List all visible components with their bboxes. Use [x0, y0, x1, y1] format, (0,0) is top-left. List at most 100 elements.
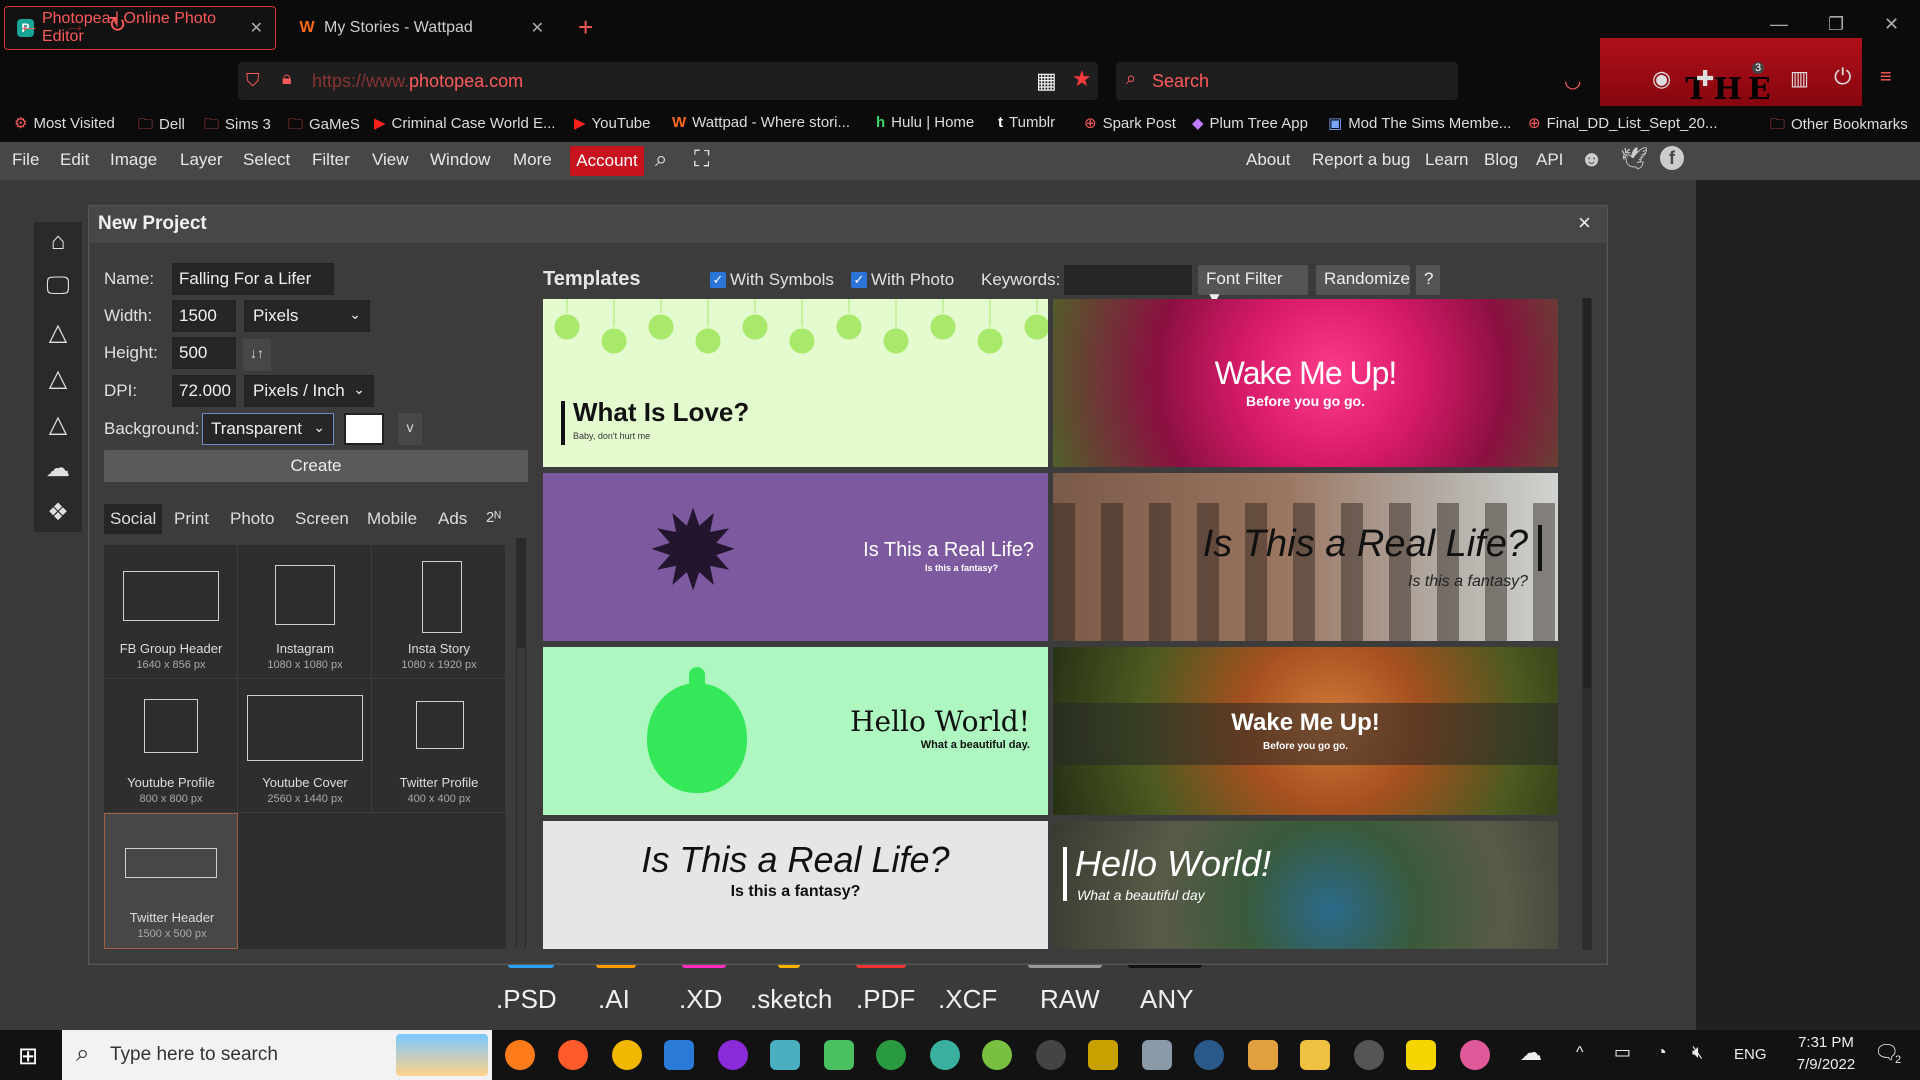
bookmark-star-icon[interactable]: ★ — [1072, 66, 1092, 92]
dpi-unit-select[interactable]: Pixels / Inch ⌄ — [244, 375, 374, 407]
width-unit-select[interactable]: Pixels ⌄ — [244, 300, 370, 332]
name-input[interactable]: Falling For a Lifer — [172, 263, 334, 295]
clock-date[interactable]: 7/9/2022 — [1786, 1056, 1866, 1073]
scrollbar-thumb[interactable] — [1583, 298, 1591, 688]
template-card[interactable]: Wake Me Up! Before you go go. — [1053, 299, 1558, 467]
template-card[interactable]: Hello World! What a beautiful day. — [543, 647, 1048, 815]
volume-muted-icon[interactable]: 🔇︎ — [1692, 1042, 1703, 1063]
help-button[interactable]: ? — [1416, 265, 1440, 295]
file-explorer-icon[interactable] — [1300, 1040, 1330, 1070]
bookmark-hulu[interactable]: h Hulu | Home — [876, 114, 974, 131]
home-icon[interactable]: ⌂ — [44, 228, 72, 256]
battery-icon[interactable]: ▭ — [1614, 1042, 1631, 1063]
template-card[interactable]: ✹ Is This a Real Life? Is this a fantasy… — [543, 473, 1048, 641]
search-icon[interactable]: ⌕ — [655, 146, 667, 172]
paint-drop-icon[interactable] — [1460, 1040, 1490, 1070]
menu-more[interactable]: More — [513, 150, 552, 170]
forward-icon[interactable]: → — [64, 12, 86, 38]
preset-scrollbar[interactable] — [516, 538, 526, 948]
close-icon[interactable]: × — [1578, 210, 1591, 236]
sims-plumbob-icon[interactable] — [876, 1040, 906, 1070]
bookmark-youtube[interactable]: ▶ YouTube — [574, 114, 651, 132]
new-tab-button[interactable]: + — [578, 12, 593, 43]
dpi-input[interactable]: 72.000 — [172, 375, 236, 407]
tab-mobile[interactable]: Mobile — [367, 509, 417, 529]
menu-window[interactable]: Window — [430, 150, 490, 170]
bookmark-most-visited[interactable]: ⚙ Most Visited — [14, 114, 115, 132]
wolf-app-icon[interactable] — [1142, 1040, 1172, 1070]
bookmark-final-dd-list[interactable]: ⊕ Final_DD_List_Sept_20... — [1528, 114, 1718, 132]
template-card[interactable]: Wake Me Up! Before you go go. — [1053, 647, 1558, 815]
background-color-swatch[interactable] — [344, 413, 384, 445]
preset-twitter-header[interactable]: Twitter Header 1500 x 500 px — [104, 813, 238, 949]
with-symbols-checkbox[interactable]: ✓ — [710, 272, 726, 288]
window-app-icon[interactable] — [664, 1040, 694, 1070]
google-drive-icon[interactable]: △ — [44, 410, 72, 438]
height-input[interactable]: 500 — [172, 337, 236, 369]
menu-select[interactable]: Select — [243, 150, 290, 170]
fullscreen-icon[interactable]: ⛶ — [694, 146, 709, 172]
headphones-app-icon[interactable] — [718, 1040, 748, 1070]
edge-icon[interactable] — [612, 1040, 642, 1070]
tab-social[interactable]: Social — [110, 509, 156, 529]
close-window-icon[interactable]: ✕ — [1884, 14, 1899, 35]
onedrive-cloud-icon[interactable]: ☁ — [1520, 1040, 1542, 1066]
wifi-icon[interactable]: ◔ — [1656, 1042, 1667, 1063]
delete-icon[interactable]: ▥ — [1790, 66, 1809, 91]
sims-plumbob-icon[interactable] — [982, 1040, 1012, 1070]
sims-icon[interactable] — [770, 1040, 800, 1070]
background-select[interactable]: Transparent ⌄ — [202, 413, 334, 445]
qr-code-icon[interactable]: ▦ — [1036, 68, 1057, 94]
back-icon[interactable]: ← — [18, 12, 40, 38]
browser-search-placeholder[interactable]: Search — [1152, 71, 1209, 92]
bookmark-games[interactable]: 🗀 GaMeS — [288, 114, 360, 139]
extensions-icon[interactable]: ✚ — [1696, 66, 1714, 92]
shield-icon[interactable]: ⛉ — [246, 70, 260, 91]
tab-photopea[interactable]: P Photopea | Online Photo Editor ✕ — [4, 6, 276, 50]
width-input[interactable]: 1500 — [172, 300, 236, 332]
preset-insta-story[interactable]: Insta Story 1080 x 1920 px — [372, 545, 506, 679]
obs-icon[interactable] — [1036, 1040, 1066, 1070]
twitter-icon[interactable]: 🕊︎ — [1620, 146, 1648, 172]
pocket-icon[interactable]: ◡ — [1564, 68, 1581, 93]
reddit-icon[interactable]: ☻ — [1580, 146, 1603, 172]
menu-api[interactable]: API — [1536, 150, 1563, 170]
minimize-icon[interactable]: — — [1770, 14, 1788, 35]
scrollbar-thumb[interactable] — [517, 648, 525, 948]
restore-icon[interactable]: ❐ — [1828, 14, 1844, 35]
bookmark-dell[interactable]: 🗀 Dell — [138, 114, 185, 139]
templates-scrollbar[interactable] — [1582, 298, 1592, 950]
menu-file[interactable]: File — [12, 150, 39, 170]
bookmark-mod-the-sims[interactable]: ▣ Mod The Sims Membe... — [1328, 114, 1511, 132]
deviantart-icon[interactable] — [1088, 1040, 1118, 1070]
sticky-notes-icon[interactable] — [1406, 1040, 1436, 1070]
menu-about[interactable]: About — [1246, 150, 1290, 170]
menu-image[interactable]: Image — [110, 150, 157, 170]
tab-print[interactable]: Print — [174, 509, 209, 529]
with-photo-checkbox[interactable]: ✓ — [851, 272, 867, 288]
account-icon[interactable]: ◉ — [1652, 66, 1671, 92]
sims-plumbob-icon[interactable] — [824, 1040, 854, 1070]
menu-filter[interactable]: Filter — [312, 150, 350, 170]
clock-time[interactable]: 7:31 PM — [1786, 1034, 1866, 1051]
settings-icon[interactable] — [1354, 1040, 1384, 1070]
font-filter-button[interactable]: Font Filter ▼ — [1198, 265, 1308, 308]
tab-screen[interactable]: Screen — [295, 509, 349, 529]
taskbar-search-placeholder[interactable]: Type here to search — [110, 1044, 278, 1066]
dropbox-icon[interactable]: ❖ — [44, 498, 72, 526]
hamburger-menu-icon[interactable]: ≡ — [1880, 66, 1892, 89]
windows-start-icon[interactable]: ⊞ — [18, 1042, 38, 1071]
chevron-up-icon[interactable]: ^ — [1576, 1044, 1584, 1062]
bookmark-criminal-case[interactable]: ▶ Criminal Case World E... — [374, 114, 555, 132]
preset-fb-group-header[interactable]: FB Group Header 1640 x 856 px — [104, 545, 238, 679]
menu-edit[interactable]: Edit — [60, 150, 89, 170]
tab-2n[interactable]: 2ᴺ — [486, 509, 501, 526]
menu-layer[interactable]: Layer — [180, 150, 223, 170]
bookmark-plum-tree[interactable]: ◆ Plum Tree App — [1192, 114, 1308, 132]
create-button[interactable]: Create — [104, 450, 528, 482]
language-indicator[interactable]: ENG — [1734, 1046, 1767, 1063]
preset-twitter-profile[interactable]: Twitter Profile 400 x 400 px — [372, 679, 506, 813]
template-card[interactable]: Hello World! What a beautiful day — [1053, 821, 1558, 949]
firefox-icon[interactable] — [505, 1040, 535, 1070]
monitor-icon[interactable]: 🖵︎ — [44, 272, 72, 300]
